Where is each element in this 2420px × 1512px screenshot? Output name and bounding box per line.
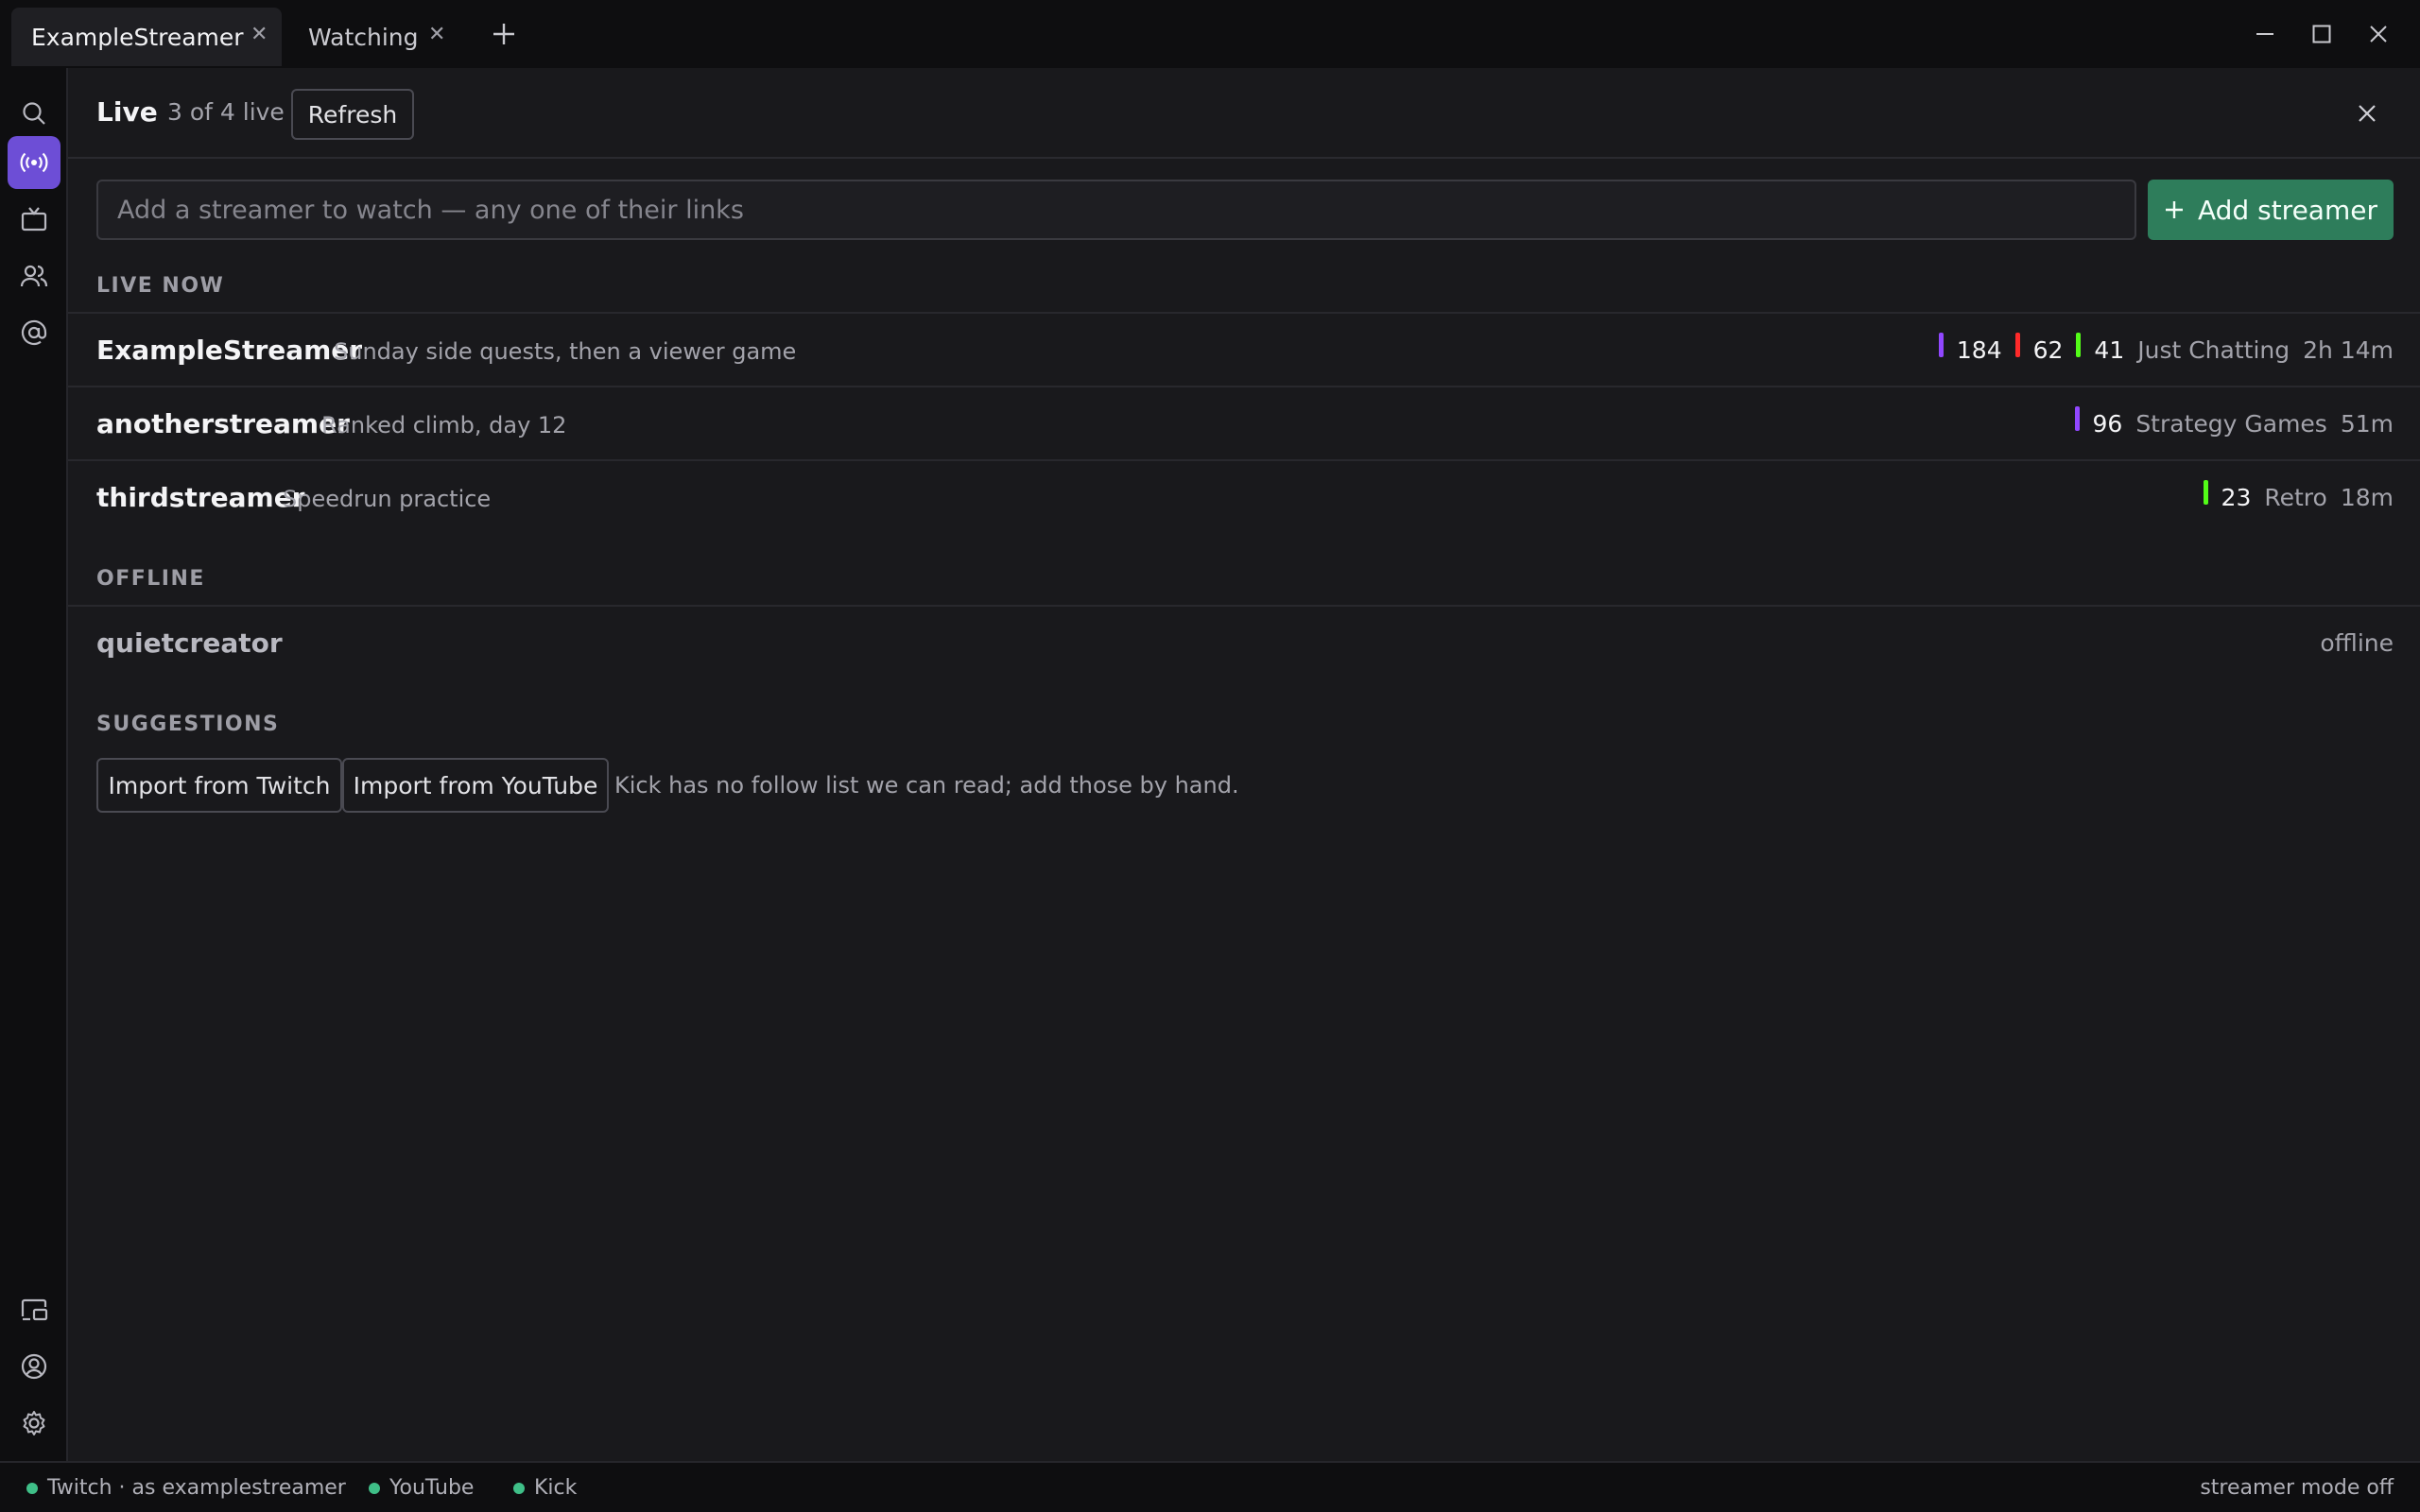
cast-icon[interactable]: [8, 1283, 60, 1336]
stream-meta: offline: [2320, 624, 2394, 662]
kick-status-label: Kick: [534, 1476, 578, 1500]
stream-uptime: 18m: [2340, 483, 2394, 511]
viewer-count: 62: [2032, 335, 2064, 364]
section-offline: OFFLINE: [96, 567, 205, 591]
twitch-indicator: [2074, 406, 2080, 431]
stream-meta: 96 Strategy Games 51m: [2074, 404, 2394, 442]
stream-category: Just Chatting: [2137, 335, 2290, 364]
connected-icon: [513, 1482, 525, 1494]
minimize-icon[interactable]: [2246, 15, 2284, 53]
close-tab-icon[interactable]: ✕: [428, 23, 445, 46]
close-tab-icon[interactable]: ✕: [251, 23, 268, 46]
kick-import-note: Kick has no follow list we can read; add…: [614, 772, 1239, 799]
users-icon[interactable]: [8, 249, 60, 302]
live-row-anotherstreamer[interactable]: anotherstreamer Ranked climb, day 12 96 …: [68, 386, 2420, 459]
streamer-name: anotherstreamer: [96, 408, 350, 439]
streamer-name: quietcreator: [96, 627, 283, 659]
page-title: Live: [96, 96, 158, 128]
stream-uptime: 2h 14m: [2303, 335, 2394, 364]
tab-examplestreamer[interactable]: ExampleStreamer ✕: [11, 8, 282, 66]
stream-title: Sunday side quests, then a viewer game: [334, 338, 797, 365]
refresh-button[interactable]: Refresh: [291, 89, 414, 140]
gear-icon[interactable]: [8, 1397, 60, 1450]
stream-category: Strategy Games: [2135, 409, 2327, 438]
search-icon[interactable]: [8, 87, 60, 140]
sidebar: [0, 68, 68, 1461]
stream-category: Retro: [2264, 483, 2327, 511]
viewer-count: 96: [2092, 409, 2123, 438]
offline-row-quietcreator[interactable]: quietcreator offline: [68, 605, 2420, 679]
live-row-examplestreamer[interactable]: ExampleStreamer Sunday side quests, then…: [68, 312, 2420, 386]
tv-icon[interactable]: [8, 193, 60, 246]
add-streamer-button[interactable]: Add streamer: [2148, 180, 2394, 240]
viewer-count: 41: [2094, 335, 2125, 364]
twitch-indicator: [1938, 333, 1944, 357]
connected-icon: [26, 1482, 38, 1494]
stream-title: Ranked climb, day 12: [321, 412, 567, 438]
live-panel: Live 3 of 4 live Refresh Add streamer LI…: [68, 68, 2420, 1461]
stream-uptime: 51m: [2340, 409, 2394, 438]
twitch-status[interactable]: Twitch · as examplestreamer: [26, 1476, 346, 1500]
kick-indicator: [2203, 480, 2208, 505]
youtube-status[interactable]: YouTube: [369, 1476, 474, 1500]
youtube-indicator: [2014, 333, 2020, 357]
viewer-count: 184: [1956, 335, 2002, 364]
close-window-icon[interactable]: [2360, 15, 2397, 53]
mentions-icon[interactable]: [8, 306, 60, 359]
panel-header: Live 3 of 4 live Refresh: [68, 68, 2420, 159]
status-bar: Twitch · as examplestreamer YouTube Kick…: [0, 1461, 2420, 1512]
account-icon[interactable]: [8, 1340, 60, 1393]
add-streamer-input[interactable]: [96, 180, 2136, 240]
tab-watching[interactable]: Watching ✕: [293, 8, 463, 66]
viewer-count: 23: [2221, 483, 2252, 511]
tab-label: ExampleStreamer: [31, 24, 244, 51]
import-twitch-button[interactable]: Import from Twitch: [96, 758, 342, 813]
section-live-now: LIVE NOW: [96, 274, 225, 298]
offline-status: offline: [2320, 628, 2394, 657]
stream-meta: 184 62 41 Just Chatting 2h 14m: [1938, 331, 2394, 369]
connected-icon: [369, 1482, 380, 1494]
close-panel-icon[interactable]: [2350, 96, 2384, 130]
live-count: 3 of 4 live: [167, 98, 285, 126]
new-tab-icon[interactable]: [485, 15, 523, 53]
youtube-status-label: YouTube: [389, 1476, 475, 1500]
kick-indicator: [2076, 333, 2082, 357]
add-streamer-label: Add streamer: [2198, 194, 2377, 226]
section-suggestions: SUGGESTIONS: [96, 713, 280, 736]
live-broadcast-icon[interactable]: [8, 136, 60, 189]
streamer-name: thirdstreamer: [96, 482, 305, 513]
tab-label: Watching: [308, 24, 419, 51]
title-bar: ExampleStreamer ✕ Watching ✕: [0, 0, 2420, 68]
kick-status[interactable]: Kick: [513, 1476, 577, 1500]
streamer-mode-toggle[interactable]: streamer mode off: [2200, 1476, 2394, 1500]
stream-title: Speedrun practice: [283, 486, 492, 512]
streamer-name: ExampleStreamer: [96, 335, 363, 366]
live-row-thirdstreamer[interactable]: thirdstreamer Speedrun practice 23 Retro…: [68, 459, 2420, 533]
plus-icon: [2166, 201, 2183, 218]
stream-meta: 23 Retro 18m: [2203, 478, 2394, 516]
twitch-status-label: Twitch · as examplestreamer: [47, 1476, 346, 1500]
streamer-mode-label: streamer mode off: [2200, 1476, 2394, 1500]
import-youtube-button[interactable]: Import from YouTube: [342, 758, 609, 813]
maximize-icon[interactable]: [2303, 15, 2341, 53]
